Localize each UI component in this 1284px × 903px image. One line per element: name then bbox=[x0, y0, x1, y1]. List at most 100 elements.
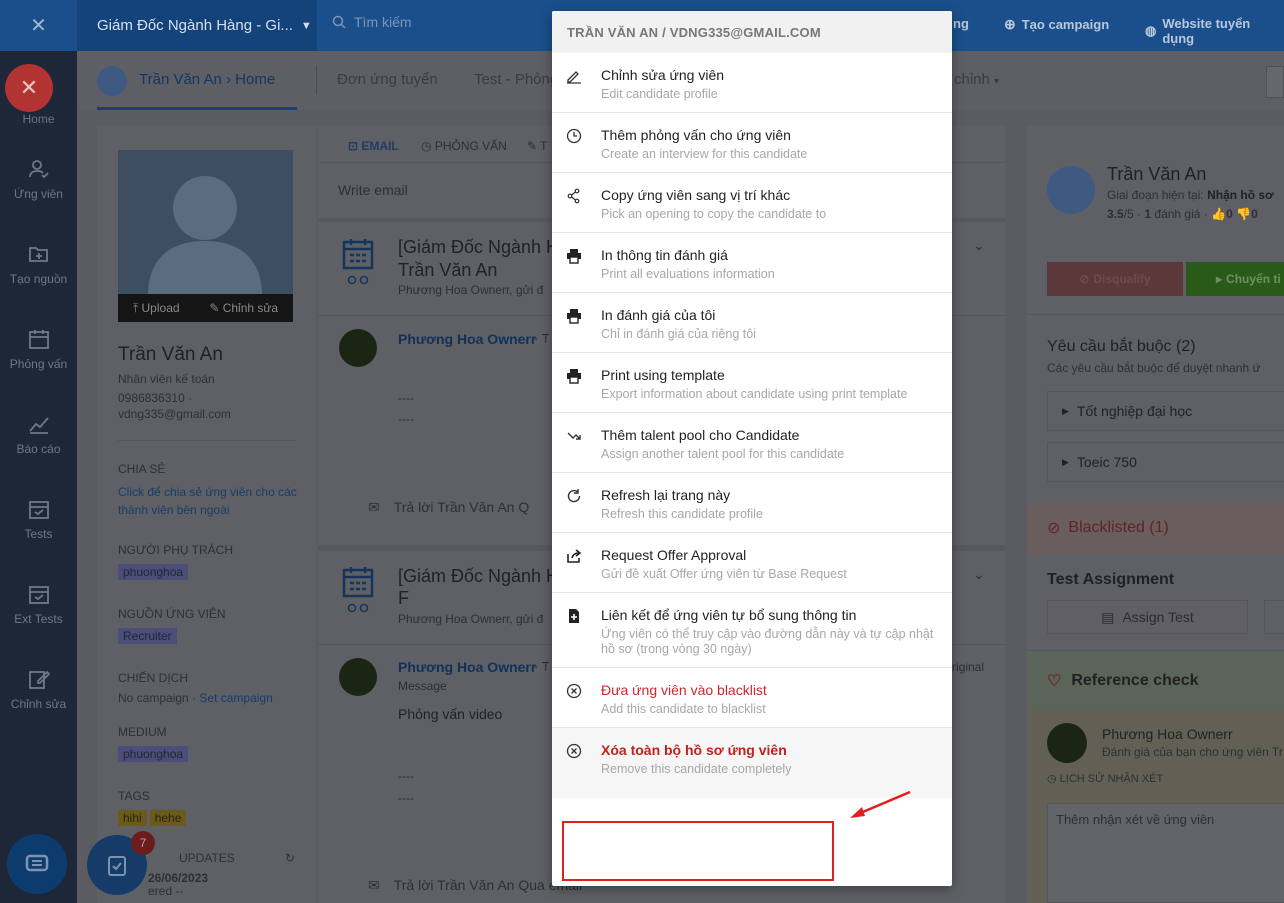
header-action-button[interactable] bbox=[1266, 66, 1284, 98]
menu-item-title: In đánh giá của tôi bbox=[601, 307, 716, 323]
tab-test[interactable]: Test - Phỏng bbox=[474, 71, 558, 88]
menu-item-print-evaluations[interactable]: In thông tin đánh giá Print all evaluati… bbox=[552, 233, 952, 293]
search-input[interactable]: Tìm kiếm bbox=[332, 14, 412, 30]
rating-text: đánh giá · bbox=[1154, 207, 1208, 221]
set-campaign-link[interactable]: Set campaign bbox=[199, 691, 272, 705]
edit-icon bbox=[28, 670, 50, 689]
tab-interview-label: PHỎNG VẤN bbox=[434, 139, 507, 153]
calendar-icon bbox=[342, 238, 374, 286]
owner-tag-label: phuonghoa bbox=[118, 564, 189, 580]
menu-item-refresh[interactable]: Refresh lại trang này Refresh this candi… bbox=[552, 473, 952, 533]
menu-item-edit-candidate[interactable]: Chỉnh sửa ứng viên Edit candidate profil… bbox=[552, 53, 952, 113]
card1-sender[interactable]: Phương Hoa Ownerr bbox=[398, 331, 536, 347]
card1-reply[interactable]: ✉ Trả lời Trần Văn An Q bbox=[368, 499, 529, 516]
menu-item-self-update-link[interactable]: Liên kết để ứng viên tự bổ sung thông ti… bbox=[552, 593, 952, 668]
stage-value: Nhận hồ sơ bbox=[1207, 188, 1274, 202]
nav-tests[interactable]: Tests bbox=[0, 479, 77, 559]
job-title: Giám Đốc Ngành Hàng - Gi... bbox=[97, 17, 293, 34]
breadcrumb[interactable]: Trần Văn An › Home bbox=[139, 71, 275, 88]
menu-item-print-my-evaluation[interactable]: In đánh giá của tôi Chỉ in đánh giá của … bbox=[552, 293, 952, 353]
play-icon: ▸ bbox=[1216, 272, 1223, 286]
card2-original-link[interactable]: riginal bbox=[952, 660, 984, 674]
share-link[interactable]: Click để chia sẻ ứng viên cho các thành … bbox=[118, 483, 303, 519]
upload-button[interactable]: ⤒ Upload bbox=[133, 301, 180, 316]
menu-item-print-template[interactable]: Print using template Export information … bbox=[552, 353, 952, 413]
menu-item-title: Print using template bbox=[601, 367, 725, 383]
likes-count: 0 bbox=[1226, 207, 1233, 221]
tab-interview[interactable]: ◷ PHỎNG VẤN bbox=[421, 139, 507, 153]
close-icon[interactable]: ✕ bbox=[0, 0, 77, 51]
source-tag-label: Recruiter bbox=[118, 628, 177, 644]
menu-item-subtitle: Print all evaluations information bbox=[601, 267, 775, 281]
owner-tag[interactable]: phuonghoa bbox=[118, 564, 191, 580]
card2-dash-1: ---- bbox=[398, 769, 414, 783]
write-email-input[interactable]: Write email bbox=[338, 182, 408, 198]
tag-item[interactable]: hihi bbox=[118, 810, 147, 826]
divider bbox=[316, 66, 317, 94]
chat-button[interactable] bbox=[7, 834, 67, 894]
create-campaign-button[interactable]: ⊕ Tạo campaign bbox=[1004, 16, 1109, 33]
active-tab-indicator bbox=[97, 107, 297, 110]
nav-edit[interactable]: Chỉnh sửa bbox=[0, 649, 77, 729]
menu-item-title: Liên kết để ứng viên tự bổ sung thông ti… bbox=[601, 607, 857, 623]
close-fab-button[interactable]: ✕ bbox=[5, 64, 53, 112]
menu-item-blacklist[interactable]: Đưa ứng viên vào blacklist Add this cand… bbox=[552, 668, 952, 728]
requirements-title: Yêu cầu bắt buộc (2) bbox=[1047, 338, 1196, 355]
nav-ext-tests[interactable]: Ext Tests bbox=[0, 564, 77, 644]
thumbs-up-icon[interactable]: 👍 bbox=[1211, 207, 1226, 221]
share-square-icon bbox=[567, 549, 582, 563]
test-extra-button[interactable] bbox=[1264, 600, 1284, 634]
edit-photo-label: Chỉnh sửa bbox=[222, 301, 279, 315]
chat-icon bbox=[25, 854, 49, 872]
user-check-icon bbox=[28, 160, 49, 179]
tab-t[interactable]: ✎ T bbox=[527, 139, 548, 153]
requirement-label: Tốt nghiệp đại học bbox=[1076, 403, 1193, 419]
menu-item-talent-pool[interactable]: Thêm talent pool cho Candidate Assign an… bbox=[552, 413, 952, 473]
medium-tag[interactable]: phuonghoa bbox=[118, 746, 191, 762]
job-selector[interactable]: Giám Đốc Ngành Hàng - Gi... ▼ bbox=[77, 0, 317, 51]
candidate-name: Trần Văn An bbox=[118, 344, 223, 365]
comment-history-link[interactable]: ◷ LỊCH SỬ NHẬN XÉT bbox=[1047, 772, 1163, 785]
nav-reports[interactable]: Báo cáo bbox=[0, 394, 77, 474]
assign-test-button[interactable]: ▤ Assign Test bbox=[1047, 600, 1248, 634]
annotation-arrow-icon bbox=[850, 790, 911, 818]
thumbs-down-icon[interactable]: 👎 bbox=[1236, 207, 1251, 221]
blacklisted-section[interactable]: ⊘ Blacklisted (1) bbox=[1027, 504, 1284, 555]
topbar-partial-item[interactable]: ng bbox=[953, 16, 969, 31]
edit-photo-button[interactable]: ✎ Chỉnh sửa bbox=[209, 301, 278, 315]
blacklisted-header: ⊘ Blacklisted (1) bbox=[1047, 518, 1169, 538]
menu-item-copy-candidate[interactable]: Copy ứng viên sang vị trí khác Pick an o… bbox=[552, 173, 952, 233]
reviewer-avatar bbox=[1047, 723, 1087, 763]
requirement-item[interactable]: ▶ Tốt nghiệp đại học bbox=[1047, 391, 1284, 431]
nav-ext-tests-label: Ext Tests bbox=[14, 612, 63, 626]
card2-sender[interactable]: Phương Hoa Ownerr bbox=[398, 659, 536, 675]
requirement-item[interactable]: ▶ Toeic 750 bbox=[1047, 442, 1284, 482]
card1-dot: · T bbox=[534, 331, 550, 346]
menu-item-subtitle: Gửi đề xuất Offer ứng viên từ Base Reque… bbox=[601, 567, 847, 581]
card2-expand-icon[interactable]: ⌄ bbox=[973, 566, 985, 583]
rating-max: /5 · bbox=[1123, 207, 1142, 221]
menu-item-offer-approval[interactable]: Request Offer Approval Gửi đề xuất Offer… bbox=[552, 533, 952, 593]
profile-photo: ⤒ Upload ✎ Chỉnh sửa bbox=[118, 150, 293, 322]
nav-interviews[interactable]: Phỏng vấn bbox=[0, 309, 77, 389]
website-label: Website tuyển dụng bbox=[1162, 16, 1251, 46]
disqualify-button[interactable]: ⊘ Disqualify bbox=[1047, 262, 1183, 296]
menu-item-subtitle: Assign another talent pool for this cand… bbox=[601, 447, 845, 461]
tab-email[interactable]: ⊡ EMAIL bbox=[348, 139, 399, 153]
comment-input[interactable]: Thêm nhận xét về ứng viên bbox=[1047, 803, 1284, 903]
move-stage-button[interactable]: ▸ Chuyển ti bbox=[1186, 262, 1284, 296]
nav-candidates[interactable]: Ứng viên bbox=[0, 139, 77, 219]
menu-item-subtitle: Export information about candidate using… bbox=[601, 387, 908, 401]
website-button[interactable]: ◍ Website tuyển dụng bbox=[1145, 16, 1284, 46]
nav-interviews-label: Phỏng vấn bbox=[9, 357, 68, 371]
reviewer-name: Phương Hoa Ownerr bbox=[1102, 726, 1233, 742]
tab-applications[interactable]: Đơn ứng tuyển bbox=[337, 71, 438, 88]
refresh-icon[interactable]: ↻ bbox=[285, 851, 295, 865]
tab-edit[interactable]: chỉnh ▾ bbox=[954, 71, 999, 88]
card1-expand-icon[interactable]: ⌄ bbox=[973, 237, 985, 254]
menu-item-add-interview[interactable]: Thêm phỏng vấn cho ứng viên Create an in… bbox=[552, 113, 952, 173]
source-tag[interactable]: Recruiter bbox=[118, 628, 180, 644]
nav-sources[interactable]: Tạo nguồn bbox=[0, 224, 77, 304]
printer-icon bbox=[567, 369, 581, 384]
tag-item[interactable]: hehe bbox=[149, 810, 187, 826]
